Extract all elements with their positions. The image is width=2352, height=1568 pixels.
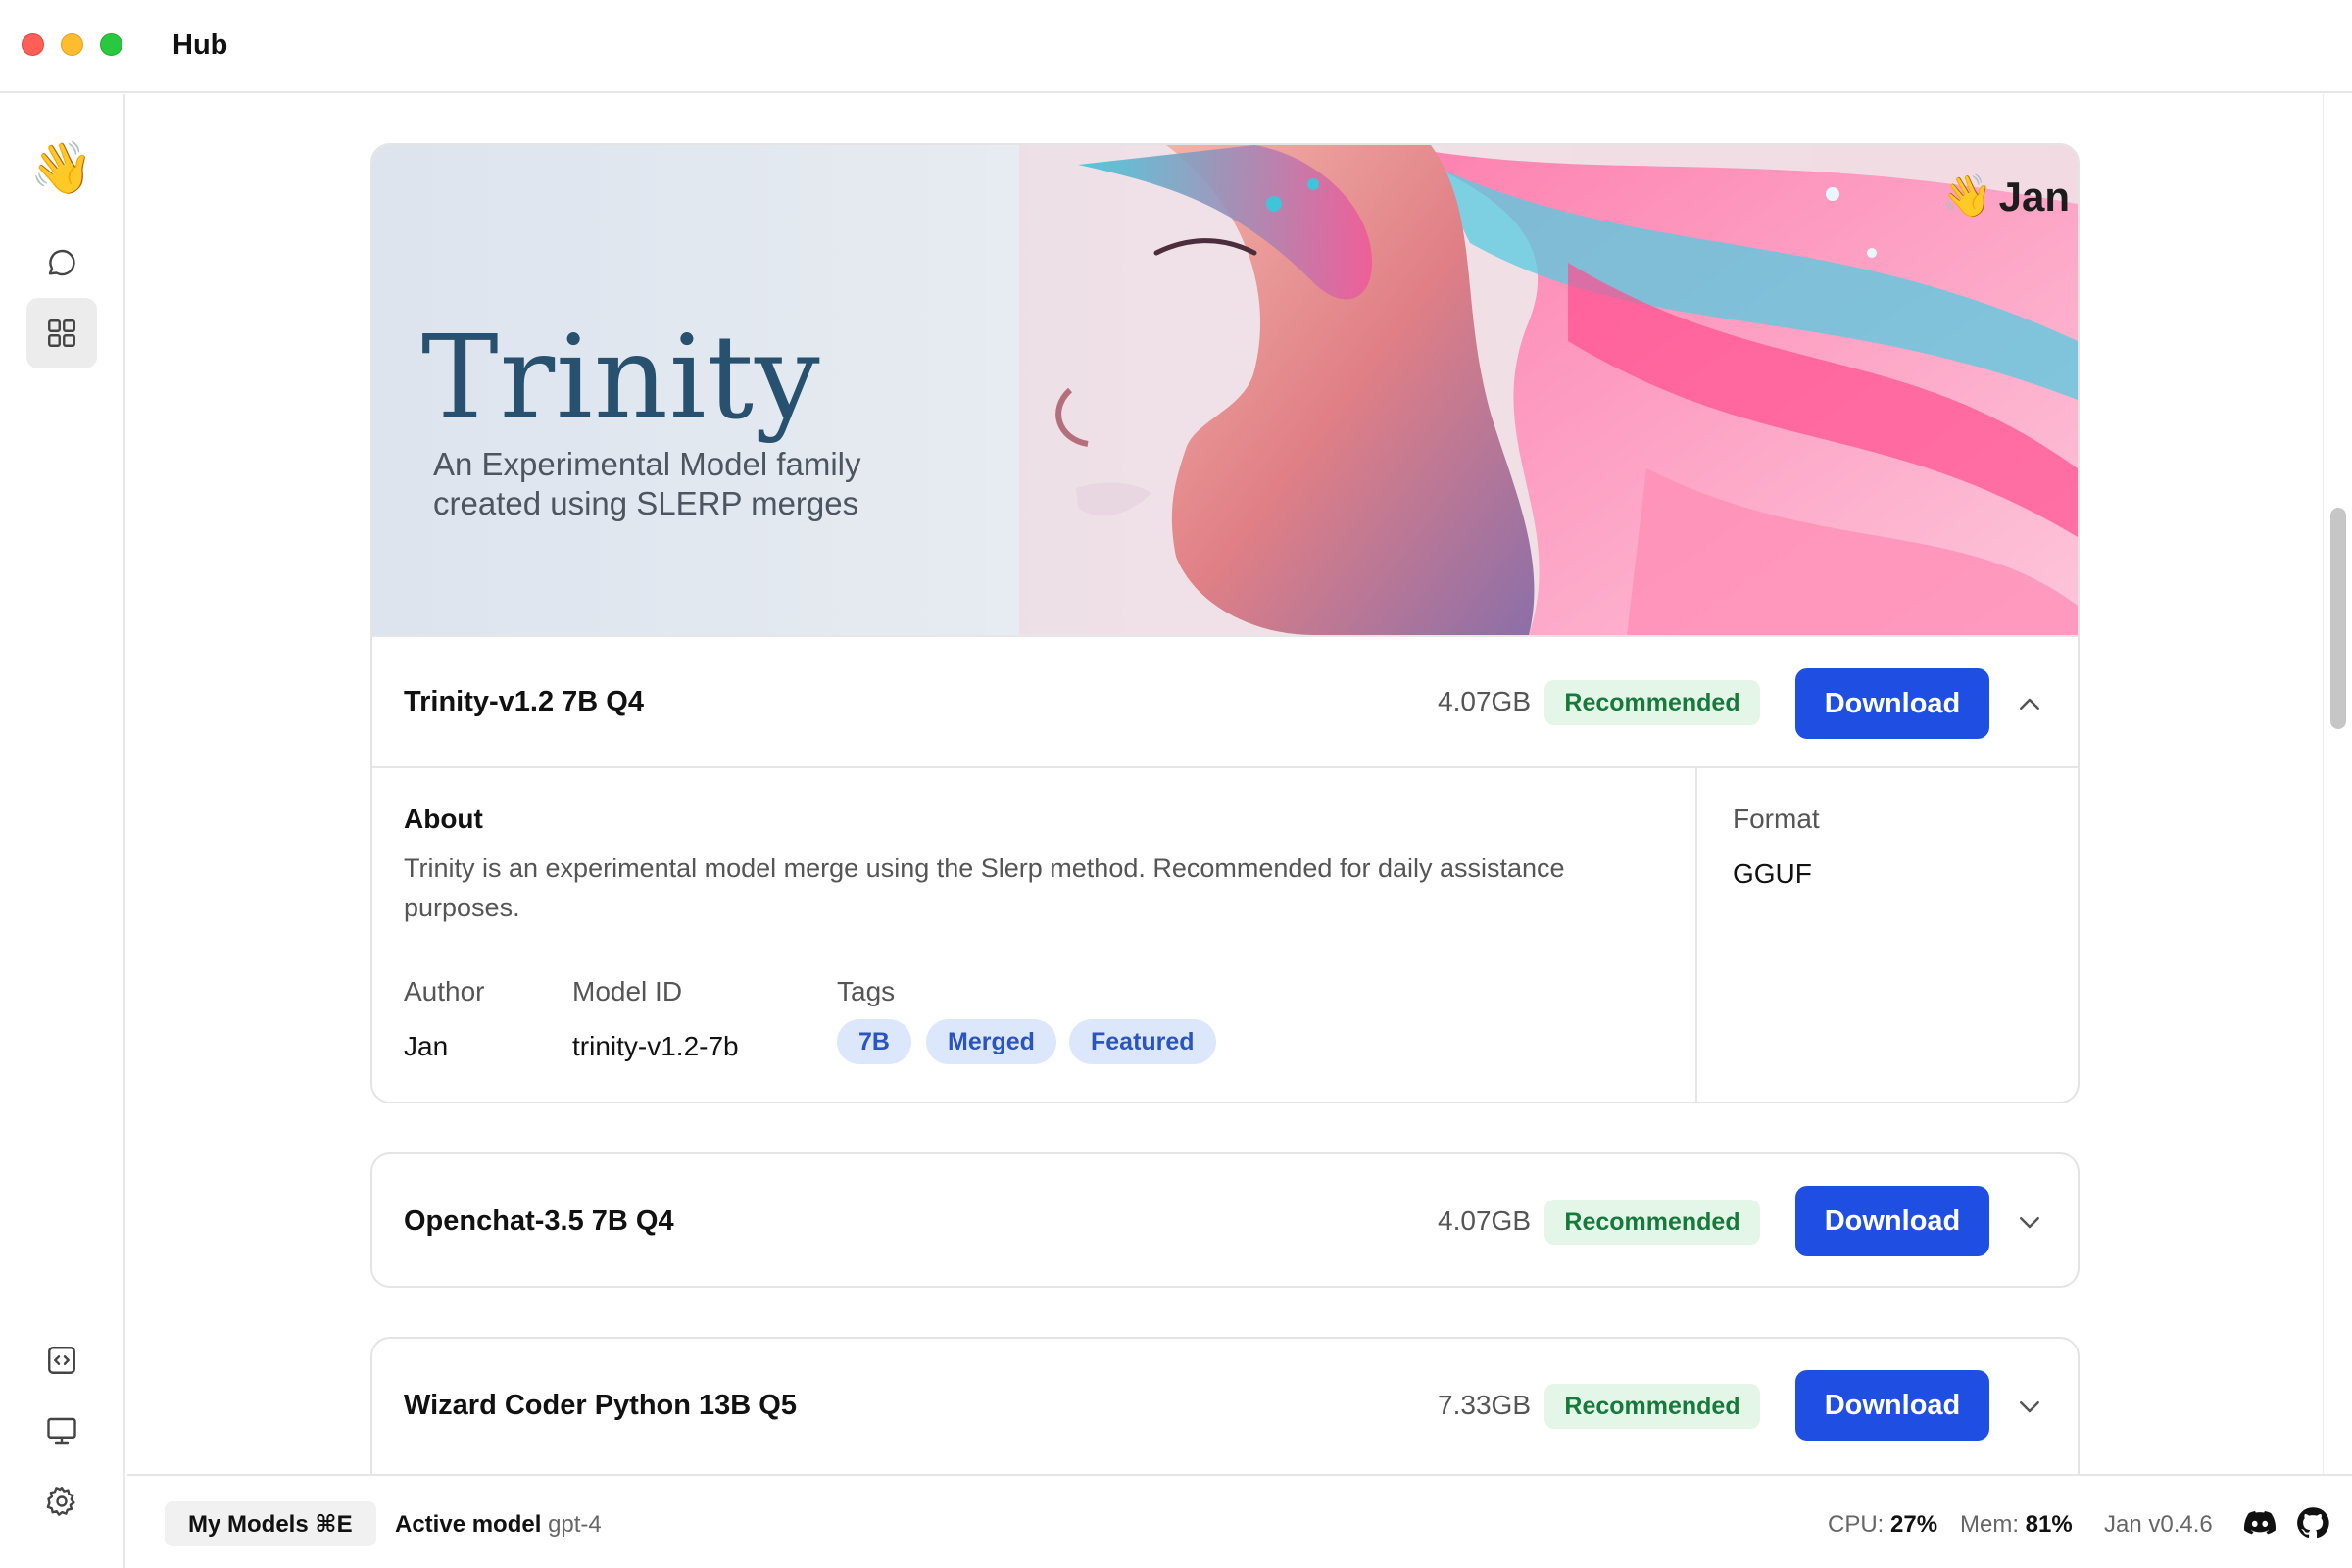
- model-row-header[interactable]: Wizard Coder Python 13B Q5 7.33GB Recomm…: [372, 1339, 2078, 1472]
- recommended-badge: Recommended: [1544, 1384, 1760, 1429]
- model-size: 7.33GB: [1438, 1390, 1531, 1420]
- banner-subtitle: An Experimental Model family created usi…: [433, 445, 943, 523]
- close-window-button[interactable]: [22, 33, 44, 56]
- sidebar-item-hub[interactable]: [26, 298, 97, 368]
- expand-toggle[interactable]: [2015, 1392, 2044, 1421]
- model-card-trinity: Trinity An Experimental Model family cre…: [370, 143, 2080, 1103]
- author-value: Jan: [404, 1031, 449, 1061]
- scrollbar-thumb[interactable]: [2330, 508, 2346, 729]
- app-version: Jan v0.4.6: [2104, 1511, 2213, 1538]
- model-card-openchat: Openchat-3.5 7B Q4 4.07GB Recommended Do…: [370, 1152, 2080, 1288]
- window-title: Hub: [172, 29, 228, 61]
- chevron-down-icon: [2020, 1217, 2039, 1229]
- about-text: Trinity is an experimental model merge u…: [404, 854, 1565, 922]
- tags-label: Tags: [837, 976, 896, 1006]
- active-model-value: gpt-4: [548, 1511, 602, 1538]
- banner-title: Trinity: [421, 310, 821, 445]
- title-bar: Hub: [0, 0, 2352, 93]
- chevron-up-icon: [2020, 698, 2039, 710]
- status-bar: My Models ⌘E Active model gpt-4 CPU: 27%…: [127, 1474, 2352, 1568]
- mem-value: 81%: [2025, 1511, 2073, 1538]
- download-button[interactable]: Download: [1795, 1370, 1989, 1441]
- cpu-value: 27%: [1890, 1511, 1938, 1538]
- model-details: About Trinity is an experimental model m…: [372, 768, 2078, 1102]
- app-logo[interactable]: 👋: [26, 133, 97, 204]
- waving-hand-icon: 👋: [29, 140, 94, 197]
- model-details-main: About Trinity is an experimental model m…: [372, 768, 1697, 1102]
- model-row-header[interactable]: Openchat-3.5 7B Q4 4.07GB Recommended Do…: [372, 1154, 2078, 1286]
- memory-usage: Mem: 81%: [1960, 1511, 2073, 1539]
- monitor-icon: [47, 1417, 76, 1445]
- grid-icon: [48, 319, 75, 347]
- github-link[interactable]: [2295, 1505, 2330, 1541]
- cpu-usage: CPU: 27%: [1828, 1511, 1937, 1539]
- sidebar-item-chat[interactable]: [26, 227, 97, 298]
- sidebar-item-local-api-server[interactable]: [26, 1325, 97, 1396]
- minimize-window-button[interactable]: [61, 33, 83, 56]
- banner-subtitle-line-2: created using SLERP merges: [433, 485, 859, 521]
- banner-brand: 👋 Jan: [1941, 172, 2070, 220]
- model-card-wizard-coder: Wizard Coder Python 13B Q5 7.33GB Recomm…: [370, 1337, 2080, 1474]
- chat-bubble-icon: [48, 249, 75, 276]
- recommended-badge: Recommended: [1544, 680, 1760, 725]
- banner-subtitle-line-1: An Experimental Model family: [433, 446, 861, 482]
- discord-icon: [2244, 1511, 2277, 1535]
- recommended-badge: Recommended: [1544, 1200, 1760, 1245]
- model-banner: Trinity An Experimental Model family cre…: [372, 145, 2078, 635]
- sidebar: 👋: [0, 94, 125, 1568]
- cpu-label: CPU:: [1828, 1511, 1885, 1538]
- collapse-toggle[interactable]: [2015, 690, 2044, 719]
- banner-brand-label: Jan: [1998, 172, 2070, 220]
- expand-toggle[interactable]: [2015, 1207, 2044, 1237]
- tag-7b: 7B: [837, 1019, 911, 1064]
- format-label: Format: [1733, 804, 1820, 834]
- about-label: About: [404, 804, 483, 834]
- hub-main: Trinity An Experimental Model family cre…: [127, 94, 2323, 1474]
- sidebar-item-system-monitor[interactable]: [26, 1396, 97, 1466]
- banner-artwork: [1019, 145, 2078, 635]
- model-id-label: Model ID: [572, 976, 683, 1006]
- code-window-icon: [48, 1347, 75, 1374]
- chevron-down-icon: [2020, 1401, 2039, 1413]
- github-icon: [2297, 1507, 2329, 1539]
- format-value: GGUF: [1733, 858, 1812, 889]
- download-button[interactable]: Download: [1795, 668, 1989, 739]
- model-id-value: trinity-v1.2-7b: [572, 1031, 739, 1061]
- tag-featured: Featured: [1069, 1019, 1216, 1064]
- mem-label: Mem:: [1960, 1511, 2019, 1538]
- author-label: Author: [404, 976, 485, 1006]
- active-model-indicator: Active model gpt-4: [395, 1511, 602, 1539]
- my-models-button[interactable]: My Models ⌘E: [165, 1501, 376, 1546]
- model-row-header[interactable]: Trinity-v1.2 7B Q4 4.07GB Recommended Do…: [372, 635, 2078, 768]
- download-button[interactable]: Download: [1795, 1186, 1989, 1256]
- model-size: 4.07GB: [1438, 1205, 1531, 1236]
- active-model-label: Active model: [395, 1511, 542, 1538]
- model-size: 4.07GB: [1438, 686, 1531, 716]
- tag-merged: Merged: [926, 1019, 1056, 1064]
- waving-hand-icon: 👋: [1941, 172, 1993, 219]
- zoom-window-button[interactable]: [100, 33, 122, 56]
- scrollbar-track[interactable]: [2323, 94, 2352, 1474]
- discord-link[interactable]: [2242, 1505, 2278, 1541]
- gear-icon: [46, 1487, 75, 1516]
- model-name: Openchat-3.5 7B Q4: [404, 1205, 674, 1237]
- sidebar-item-settings[interactable]: [26, 1466, 97, 1537]
- model-name: Trinity-v1.2 7B Q4: [404, 686, 644, 717]
- model-name: Wizard Coder Python 13B Q5: [404, 1390, 797, 1421]
